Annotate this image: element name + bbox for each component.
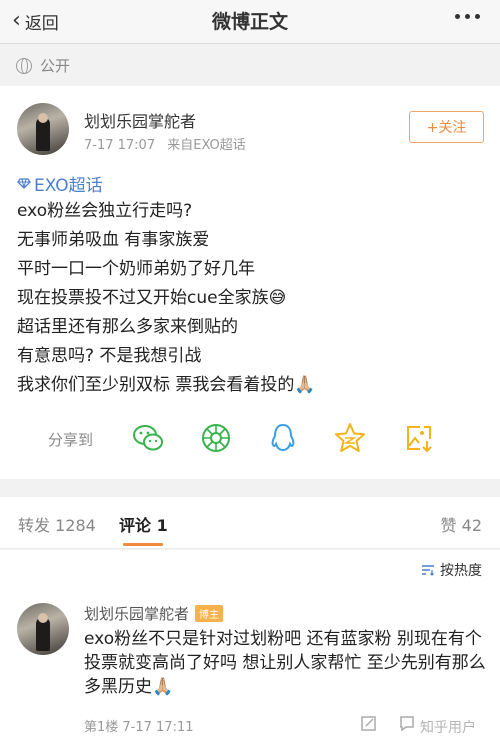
post-body: exo粉丝会独立行走吗? 无事师弟吸血 有事家族爱 平时一口一个奶师弟奶了好几年… (17, 197, 487, 400)
qzone-icon[interactable] (333, 421, 367, 455)
sort-icon (422, 565, 434, 576)
share-row: 分享到 (0, 421, 500, 467)
tab-bar: 转发 1284 评论 1 赞 42 (0, 497, 500, 549)
comment-item: 划划乐园掌舵者 博主 exo粉丝不只是针对过划粉吧 还有蓝家粉 别现在有个投票就… (0, 590, 500, 738)
sort-bar: 按热度 (0, 550, 500, 590)
post-line: 超话里还有那么多家来倒贴的 (17, 317, 238, 337)
sort-label: 按热度 (440, 563, 482, 579)
tab-likes[interactable]: 赞 42 (441, 512, 482, 536)
comment-author[interactable]: 划划乐园掌舵者 (84, 603, 189, 624)
post-line: 现在投票投不过又开始cue全家族😅 (17, 288, 287, 308)
comment-author-row: 划划乐园掌舵者 博主 (84, 603, 224, 624)
post-card: 划划乐园掌舵者 7-17 17:07 来自EXO超话 +关注 EXO超话 exo… (0, 86, 500, 479)
avatar[interactable] (17, 603, 69, 655)
share-label: 分享到 (48, 431, 94, 449)
comment-meta: 第1楼 7-17 17:11 (84, 720, 194, 735)
qq-icon[interactable] (266, 421, 300, 455)
post-meta: 7-17 17:07 来自EXO超话 (84, 134, 246, 153)
moments-icon[interactable] (199, 421, 233, 455)
tab-comment[interactable]: 评论 1 (119, 512, 168, 536)
more-icon[interactable] (455, 14, 480, 19)
post-line: exo粉丝会独立行走吗? (17, 201, 193, 221)
avatar[interactable] (17, 103, 69, 155)
author-badge: 博主 (195, 605, 224, 622)
topic-label: EXO超话 (34, 176, 103, 196)
page-title: 微博正文 (211, 11, 288, 33)
reply-icon[interactable] (360, 714, 378, 732)
follow-button[interactable]: +关注 (409, 111, 484, 143)
globe-icon (16, 57, 32, 74)
comment-bubble-icon[interactable] (398, 714, 416, 732)
nav-bar: ‹ 返回 微博正文 (0, 0, 500, 44)
diamond-icon (17, 178, 31, 189)
topic-link[interactable]: EXO超话 (17, 171, 103, 196)
tab-active-indicator (123, 543, 163, 546)
visibility-label: 公开 (40, 57, 71, 75)
visibility-row: 公开 (0, 45, 500, 86)
sort-button[interactable]: 按热度 (421, 560, 482, 580)
comment-text: exo粉丝不只是针对过划粉吧 还有蓝家粉 别现在有个投票就变高尚了好吗 想让别人… (84, 629, 486, 697)
post-time: 7-17 17:07 (84, 138, 156, 153)
comment-actions (360, 714, 416, 732)
post-line: 无事师弟吸血 有事家族爱 (17, 230, 210, 250)
post-author[interactable]: 划划乐园掌舵者 (84, 108, 196, 132)
post-source[interactable]: 来自EXO超话 (167, 138, 246, 153)
post-line: 有意思吗? 不是我想引战 (17, 346, 202, 366)
watermark: 知乎用户 (420, 720, 476, 736)
post-line: 平时一口一个奶师弟奶了好几年 (17, 259, 255, 279)
wechat-icon[interactable] (131, 421, 165, 455)
post-line: 我求你们至少别双标 票我会看着投的🙏🏼 (17, 375, 316, 395)
save-image-icon[interactable] (402, 421, 436, 455)
tab-repost[interactable]: 转发 1284 (18, 512, 96, 536)
